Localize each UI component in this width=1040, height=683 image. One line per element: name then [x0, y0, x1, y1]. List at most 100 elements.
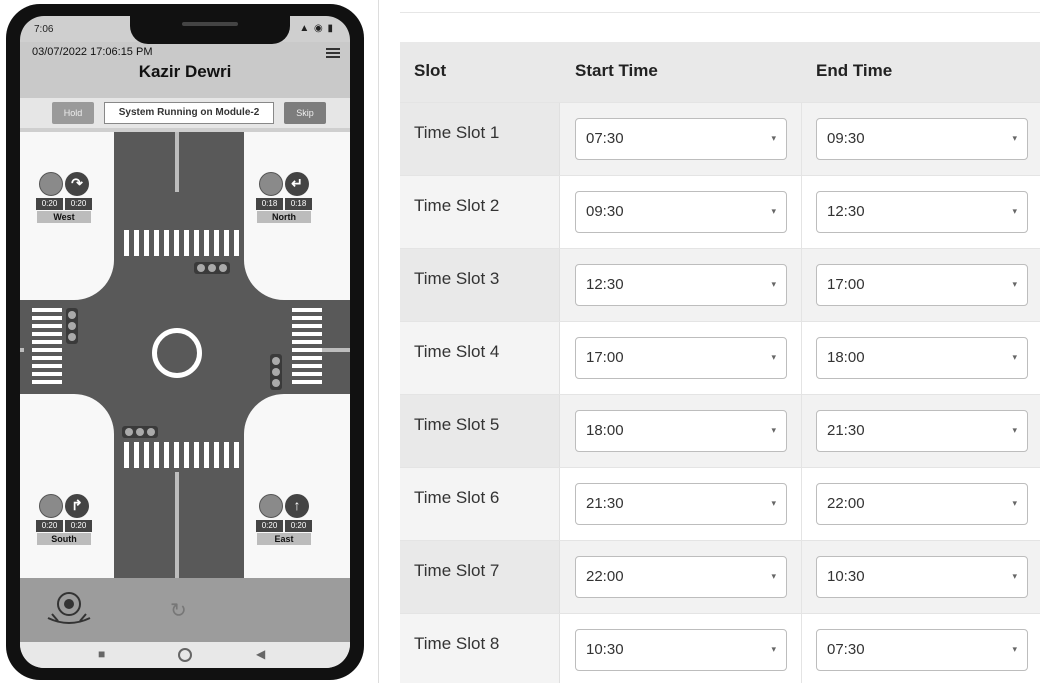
road-corner [34, 220, 114, 300]
hamburger-menu-icon[interactable] [326, 48, 340, 58]
signal-east: ↑ 0:20 0:20 East [254, 494, 314, 545]
column-separator [801, 614, 802, 683]
reload-icon[interactable]: ↻ [170, 598, 187, 623]
end-time-select[interactable]: 22:00 ▾ [816, 483, 1028, 525]
start-time-select[interactable]: 21:30 ▾ [575, 483, 787, 525]
start-time-select[interactable]: 10:30 ▾ [575, 629, 787, 671]
chevron-down-icon: ▾ [771, 571, 776, 581]
table-row: Time Slot 7 22:00 ▾ 10:30 ▾ [400, 540, 1040, 614]
back-icon[interactable]: ◀ [256, 647, 265, 661]
start-time-value: 18:00 [586, 422, 624, 439]
status-time: 7:06 [34, 24, 54, 35]
chevron-down-icon: ▾ [771, 133, 776, 143]
column-separator [801, 103, 802, 176]
app-header: 03/07/2022 17:06:15 PM Kazir Dewri [20, 42, 350, 98]
signal-label: South [37, 533, 91, 545]
table-row: Time Slot 3 12:30 ▾ 17:00 ▾ [400, 248, 1040, 322]
emblem-logo-icon[interactable] [44, 588, 94, 628]
start-time-value: 07:30 [586, 130, 624, 147]
slot-label: Time Slot 6 [414, 488, 500, 507]
table-row: Time Slot 6 21:30 ▾ 22:00 ▾ [400, 467, 1040, 541]
skip-button[interactable]: Skip [284, 102, 326, 124]
chevron-down-icon: ▾ [1012, 352, 1017, 362]
recent-apps-icon[interactable]: ■ [98, 647, 105, 661]
table-row: Time Slot 4 17:00 ▾ 18:00 ▾ [400, 321, 1040, 395]
end-time-select[interactable]: 17:00 ▾ [816, 264, 1028, 306]
start-time-select[interactable]: 09:30 ▾ [575, 191, 787, 233]
chevron-down-icon: ▾ [771, 644, 776, 654]
column-separator [801, 322, 802, 395]
roundabout [152, 328, 202, 378]
table-header: Slot Start Time End Time [400, 42, 1040, 102]
slot-label: Time Slot 1 [414, 123, 500, 142]
start-time-value: 21:30 [586, 495, 624, 512]
end-time-select[interactable]: 21:30 ▾ [816, 410, 1028, 452]
signal-label: West [37, 211, 91, 223]
slot-cell: Time Slot 7 [400, 541, 560, 614]
lane-divider [320, 348, 350, 352]
header-end-time: End Time [816, 61, 893, 80]
column-separator [801, 541, 802, 614]
crosswalk-east [292, 308, 322, 384]
slot-cell: Time Slot 6 [400, 468, 560, 541]
slot-label: Time Slot 3 [414, 269, 500, 288]
start-time-value: 22:00 [586, 568, 624, 585]
slot-cell: Time Slot 1 [400, 103, 560, 176]
end-time-select[interactable]: 07:30 ▾ [816, 629, 1028, 671]
start-time-value: 10:30 [586, 641, 624, 658]
signal-timer: 0:20 [285, 520, 312, 532]
slot-label: Time Slot 4 [414, 342, 500, 361]
road-corner [244, 220, 324, 300]
signal-label: North [257, 211, 311, 223]
column-separator [801, 468, 802, 541]
end-time-select[interactable]: 09:30 ▾ [816, 118, 1028, 160]
start-time-select[interactable]: 22:00 ▾ [575, 556, 787, 598]
android-nav-bar: ■ ◀ [20, 642, 350, 668]
intersection-map: ↷ 0:20 0:20 West ↵ 0:18 0:18 North ↱ 0:20 0… [20, 132, 350, 578]
road-corner [34, 394, 114, 474]
hold-button[interactable]: Hold [52, 102, 94, 124]
start-time-select[interactable]: 17:00 ▾ [575, 337, 787, 379]
slot-cell: Time Slot 4 [400, 322, 560, 395]
start-time-select[interactable]: 18:00 ▾ [575, 410, 787, 452]
column-separator [801, 176, 802, 249]
signal-timer: 0:20 [65, 198, 92, 210]
column-separator [801, 395, 802, 468]
phone-screen: 7:06 ▲ ◉ ▮ 03/07/2022 17:06:15 PM Kazir … [20, 16, 350, 668]
traffic-light-south [122, 426, 158, 438]
home-icon[interactable] [178, 648, 192, 662]
end-time-value: 07:30 [827, 641, 865, 658]
app-title: Kazir Dewri [138, 62, 232, 81]
crosswalk-west [32, 308, 62, 384]
signal-lamp [39, 172, 63, 196]
end-time-value: 17:00 [827, 276, 865, 293]
turn-arrow-icon: ↵ [285, 172, 309, 196]
end-time-select[interactable]: 18:00 ▾ [816, 337, 1028, 379]
lane-divider [175, 132, 179, 192]
table-row: Time Slot 2 09:30 ▾ 12:30 ▾ [400, 175, 1040, 249]
signal-timer: 0:20 [256, 520, 283, 532]
column-separator [801, 249, 802, 322]
traffic-light-north [194, 262, 230, 274]
start-time-select[interactable]: 12:30 ▾ [575, 264, 787, 306]
slot-label: Time Slot 5 [414, 415, 500, 434]
chevron-down-icon: ▾ [771, 279, 776, 289]
table-row: Time Slot 5 18:00 ▾ 21:30 ▾ [400, 394, 1040, 468]
slot-label: Time Slot 8 [414, 634, 500, 653]
table-row: Time Slot 8 10:30 ▾ 07:30 ▾ [400, 613, 1040, 683]
start-time-select[interactable]: 07:30 ▾ [575, 118, 787, 160]
datetime-label: 03/07/2022 17:06:15 PM [32, 46, 153, 58]
chevron-down-icon: ▾ [771, 498, 776, 508]
start-time-value: 12:30 [586, 276, 624, 293]
chevron-down-icon: ▾ [1012, 498, 1017, 508]
end-time-value: 09:30 [827, 130, 865, 147]
slot-cell: Time Slot 8 [400, 614, 560, 683]
slot-cell: Time Slot 5 [400, 395, 560, 468]
end-time-select[interactable]: 12:30 ▾ [816, 191, 1028, 233]
signal-lamp [259, 172, 283, 196]
traffic-light-east [270, 354, 282, 390]
signal-timer: 0:20 [36, 198, 63, 210]
end-time-select[interactable]: 10:30 ▾ [816, 556, 1028, 598]
signal-south: ↱ 0:20 0:20 South [34, 494, 94, 545]
turn-arrow-icon: ↱ [65, 494, 89, 518]
